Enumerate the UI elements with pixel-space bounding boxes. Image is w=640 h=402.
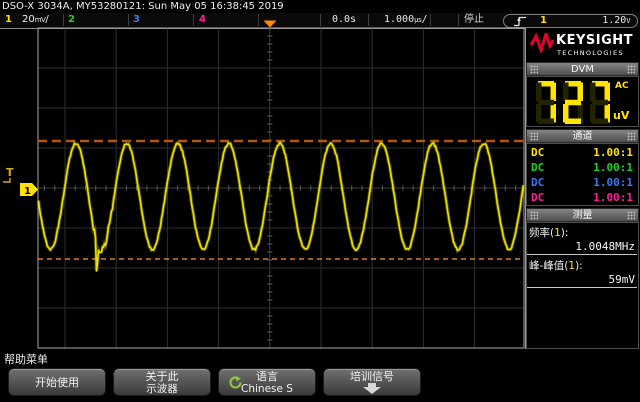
grip-dots-icon xyxy=(530,211,538,220)
channel-1-coupling-row: DC 1.00:1 xyxy=(531,146,633,159)
measurement-frequency-value: 1.0048MHz xyxy=(575,240,635,253)
measurement-separator xyxy=(527,287,637,288)
measurement-frequency-label: 频率(1): xyxy=(529,227,569,239)
down-arrow-icon xyxy=(363,383,381,394)
grip-dots-icon xyxy=(627,65,635,74)
oscilloscope-screen: DSO-X 3034A, MY53280121: Sun May 05 16:3… xyxy=(0,0,640,402)
brand-subtitle: TECHNOLOGIES xyxy=(557,49,624,57)
measurement-separator xyxy=(527,254,637,255)
measurement-vpp-label: 峰-峰值(1): xyxy=(529,260,583,272)
softkey-training-signals[interactable]: 培训信号 xyxy=(323,368,421,396)
channel-3-coupling-row: DC 1.00:1 xyxy=(531,176,633,189)
softkey-get-started[interactable]: 开始使用 xyxy=(8,368,106,396)
brand-name: KEYSIGHT xyxy=(556,33,633,48)
measure-panel-header: 测量 xyxy=(526,208,639,222)
keysight-logo-icon xyxy=(530,33,554,53)
menu-title: 帮助菜单 xyxy=(4,353,48,366)
dvm-seven-segment-display xyxy=(536,81,610,124)
softkey-about-oscilloscope[interactable]: 关于此 示波器 xyxy=(113,368,211,396)
softkey-language[interactable]: 语言 Chinese S xyxy=(218,368,316,396)
grip-dots-icon xyxy=(530,65,538,74)
channels-panel-header: 通道 xyxy=(526,129,639,143)
channel-4-coupling-row: DC 1.00:1 xyxy=(531,191,633,204)
grip-dots-icon xyxy=(530,132,538,141)
grip-dots-icon xyxy=(627,132,635,141)
cycle-icon xyxy=(229,376,242,389)
dvm-panel-body: AC uV xyxy=(526,76,639,127)
svg-text:T: T xyxy=(6,166,14,179)
svg-text:1: 1 xyxy=(24,186,31,197)
measurement-vpp-value: 59mV xyxy=(608,273,636,286)
channel-2-coupling-row: DC 1.00:1 xyxy=(531,161,633,174)
dvm-unit: uV xyxy=(613,109,630,122)
dvm-mode: AC xyxy=(615,81,629,91)
grip-dots-icon xyxy=(627,211,635,220)
dvm-panel-header: DVM xyxy=(526,62,639,76)
